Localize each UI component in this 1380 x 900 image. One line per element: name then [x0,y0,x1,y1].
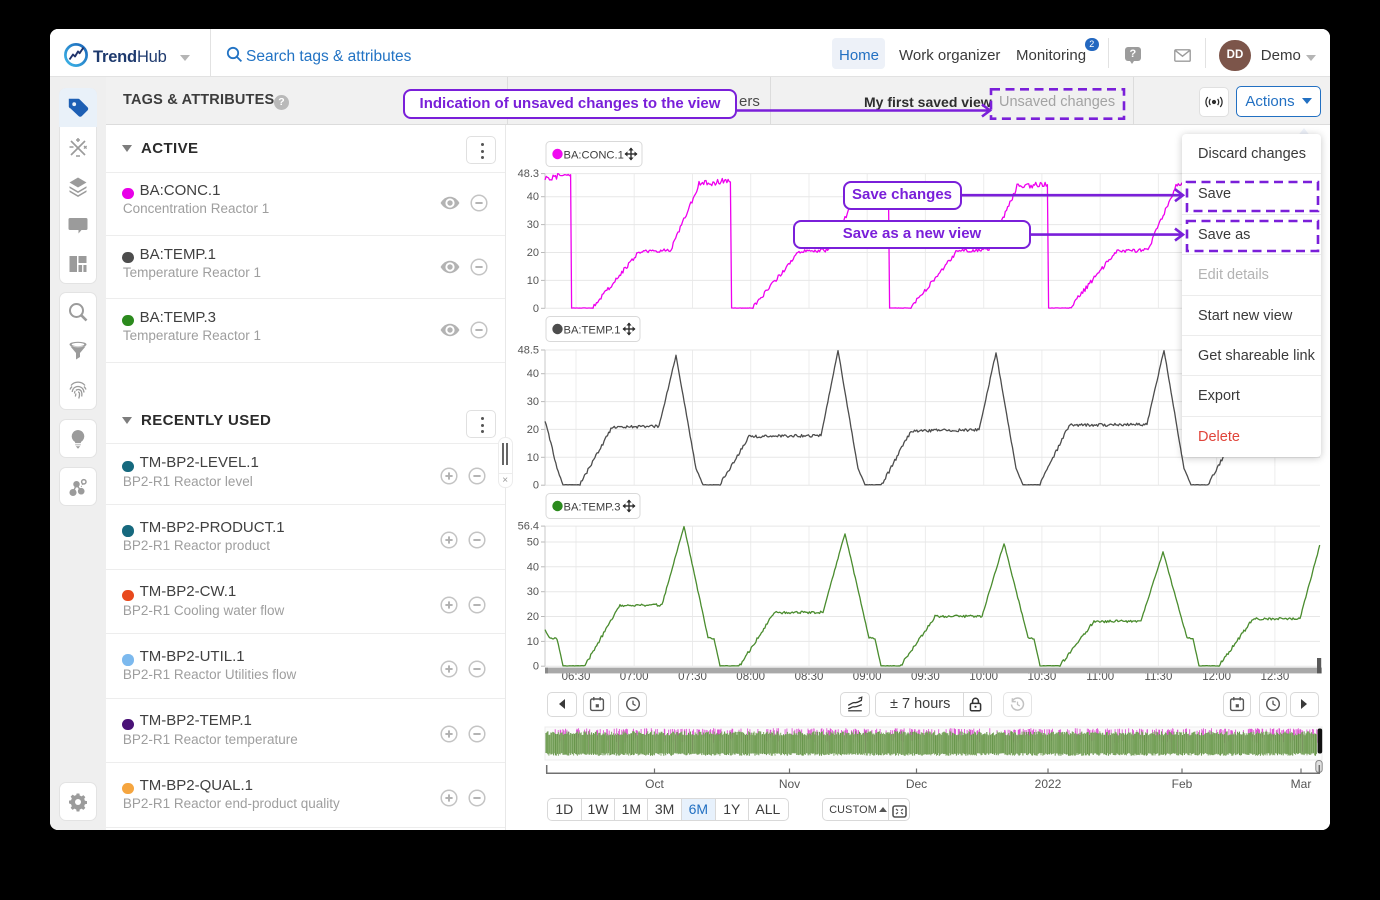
svg-text:Oct: Oct [645,777,664,791]
svg-text:40: 40 [527,561,539,573]
svg-text:50: 50 [527,537,539,549]
svg-text:Nov: Nov [779,777,800,791]
svg-text:0: 0 [533,480,539,492]
svg-text:30: 30 [527,586,539,598]
svg-text:10: 10 [527,275,539,287]
svg-text:20: 20 [527,611,539,623]
svg-text:30: 30 [527,219,539,231]
svg-text:0: 0 [533,303,539,315]
svg-text:BA:TEMP.3: BA:TEMP.3 [564,502,621,514]
svg-text:30: 30 [527,396,539,408]
svg-text:20: 20 [527,247,539,259]
svg-text:10: 10 [527,452,539,464]
svg-text:2022: 2022 [1035,777,1062,791]
svg-text:Mar: Mar [1291,777,1312,791]
svg-text:BA:CONC.1: BA:CONC.1 [564,150,624,162]
svg-text:Dec: Dec [906,777,927,791]
svg-text:40: 40 [527,191,539,203]
svg-text:48.3: 48.3 [518,168,539,180]
svg-text:Feb: Feb [1172,777,1193,791]
svg-text:56.4: 56.4 [518,521,539,533]
svg-text:10: 10 [527,636,539,648]
svg-text:40: 40 [527,368,539,380]
svg-text:0: 0 [533,661,539,673]
svg-text:BA:TEMP.1: BA:TEMP.1 [564,325,621,337]
svg-text:20: 20 [527,424,539,436]
svg-text:48.5: 48.5 [518,345,539,357]
